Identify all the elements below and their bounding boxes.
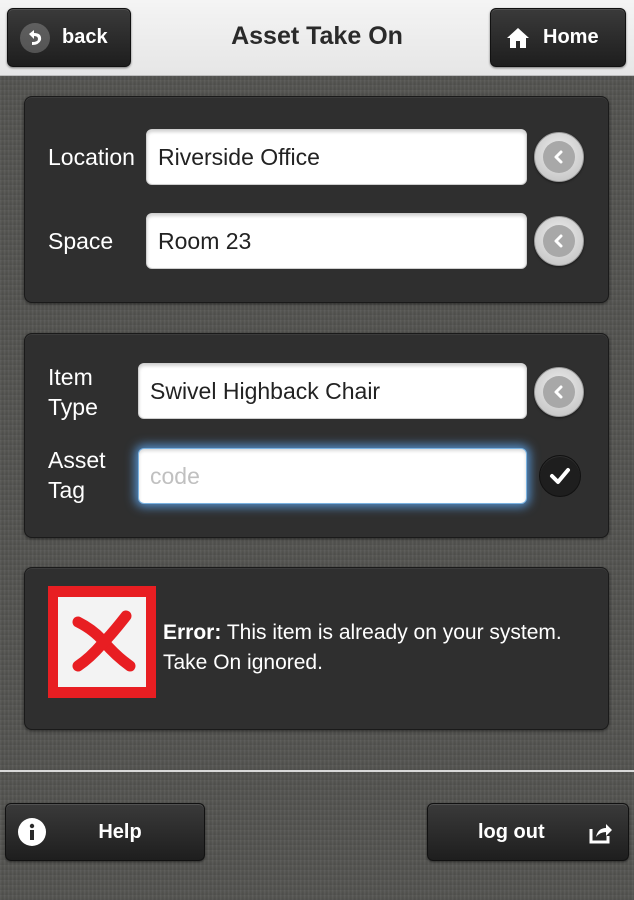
footer-divider bbox=[0, 770, 634, 772]
location-label: Location bbox=[48, 144, 135, 170]
space-select-button[interactable] bbox=[534, 216, 584, 266]
location-select-button[interactable] bbox=[534, 132, 584, 182]
item-type-label-line2: Type bbox=[48, 394, 98, 420]
space-field[interactable] bbox=[146, 213, 527, 269]
chevron-left-icon bbox=[543, 141, 575, 173]
chevron-left-icon bbox=[543, 225, 575, 257]
logout-button[interactable]: log out bbox=[427, 803, 629, 861]
item-type-select-button[interactable] bbox=[534, 367, 584, 417]
error-x-icon bbox=[48, 586, 156, 698]
error-prefix: Error: bbox=[163, 621, 222, 644]
error-message: Error: This item is already on your syst… bbox=[163, 618, 583, 678]
share-export-icon bbox=[586, 818, 616, 848]
help-button[interactable]: Help bbox=[5, 803, 205, 861]
asset-tag-label: Asset Tag bbox=[48, 445, 106, 505]
header-bar: back Asset Take On Home bbox=[0, 0, 634, 76]
home-label: Home bbox=[543, 26, 599, 48]
asset-tag-label-line2: Tag bbox=[48, 477, 86, 503]
confirm-button[interactable] bbox=[539, 455, 581, 497]
item-type-label-line1: Item bbox=[48, 364, 93, 390]
location-field[interactable] bbox=[146, 129, 527, 185]
home-button[interactable]: Home bbox=[490, 8, 626, 67]
error-detail: This item is already on your system. Tak… bbox=[163, 621, 562, 674]
space-label: Space bbox=[48, 228, 114, 254]
item-type-label: Item Type bbox=[48, 362, 98, 422]
asset-tag-field[interactable] bbox=[138, 448, 527, 504]
logout-label: log out bbox=[478, 820, 545, 843]
item-type-field[interactable] bbox=[138, 363, 527, 419]
home-icon bbox=[503, 23, 533, 53]
chevron-left-icon bbox=[543, 376, 575, 408]
location-panel bbox=[24, 96, 609, 303]
asset-tag-label-line1: Asset bbox=[48, 447, 106, 473]
help-label: Help bbox=[98, 820, 142, 843]
checkmark-icon bbox=[550, 468, 570, 484]
